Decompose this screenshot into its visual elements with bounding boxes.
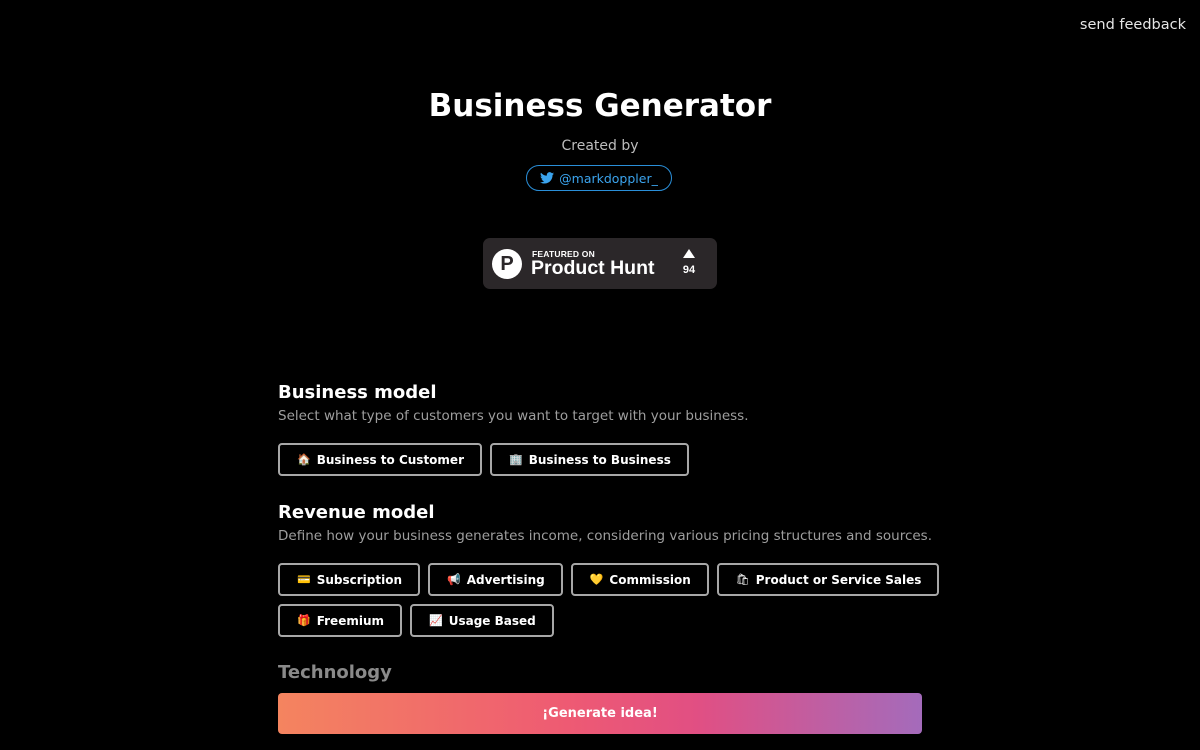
option-label: Product or Service Sales [755, 572, 922, 587]
usage-based-option-button[interactable]: 📈 Usage Based [410, 604, 554, 637]
twitter-handle-text: @markdoppler_ [559, 170, 658, 186]
product-hunt-badge[interactable]: P FEATURED ON Product Hunt 94 [483, 238, 717, 289]
business-model-options: 🏠 Business to Customer 🏢 Business to Bus… [278, 443, 689, 476]
product-hunt-logo-icon: P [492, 249, 522, 279]
twitter-bird-icon [540, 172, 555, 184]
subscription-option-button[interactable]: 💳 Subscription [278, 563, 420, 596]
page-title: Business Generator [428, 88, 772, 124]
option-label: Advertising [466, 572, 545, 587]
shopping-bags-icon: 🛍 [735, 573, 750, 586]
option-label: Commission [609, 572, 691, 587]
yellow-heart-icon: 💛 [589, 573, 604, 586]
option-label: Subscription [316, 572, 402, 587]
option-label: Business to Business [528, 452, 671, 467]
freemium-option-button[interactable]: 🎁 Freemium [278, 604, 402, 637]
advertising-option-button[interactable]: 📢 Advertising [428, 563, 563, 596]
twitter-handle-link[interactable]: @markdoppler_ [526, 165, 672, 191]
megaphone-icon: 📢 [447, 573, 461, 586]
option-label: Usage Based [448, 613, 536, 628]
b2b-option-button[interactable]: 🏢 Business to Business [489, 443, 689, 476]
product-hunt-name: Product Hunt [531, 257, 655, 279]
b2c-option-button[interactable]: 🏠 Business to Customer [278, 443, 482, 476]
house-icon: 🏠 [297, 453, 311, 466]
technology-title: Technology [278, 662, 392, 683]
gift-icon: 🎁 [297, 614, 311, 627]
created-by-label: Created by [561, 138, 639, 154]
send-feedback-link[interactable]: send feedback [1080, 17, 1186, 33]
product-hunt-upvote-count: 94 [682, 264, 696, 276]
commission-option-button[interactable]: 💛 Commission [570, 563, 709, 596]
credit-card-icon: 💳 [297, 573, 311, 586]
office-building-icon: 🏢 [508, 453, 523, 466]
business-model-title: Business model [278, 382, 437, 403]
revenue-model-description: Define how your business generates incom… [278, 528, 933, 544]
option-label: Business to Customer [316, 452, 464, 467]
revenue-model-title: Revenue model [278, 502, 435, 523]
option-label: Freemium [316, 613, 384, 628]
chart-increasing-icon: 📈 [429, 614, 443, 627]
revenue-model-options-row-2: 🎁 Freemium 📈 Usage Based [278, 604, 554, 637]
product-sales-option-button[interactable]: 🛍 Product or Service Sales [716, 563, 940, 596]
business-model-description: Select what type of customers you want t… [278, 408, 749, 424]
revenue-model-options-row-1: 💳 Subscription 📢 Advertising 💛 Commissio… [278, 563, 940, 596]
generate-idea-button[interactable]: ¡Generate idea! [278, 693, 922, 734]
upvote-triangle-icon [683, 249, 695, 258]
